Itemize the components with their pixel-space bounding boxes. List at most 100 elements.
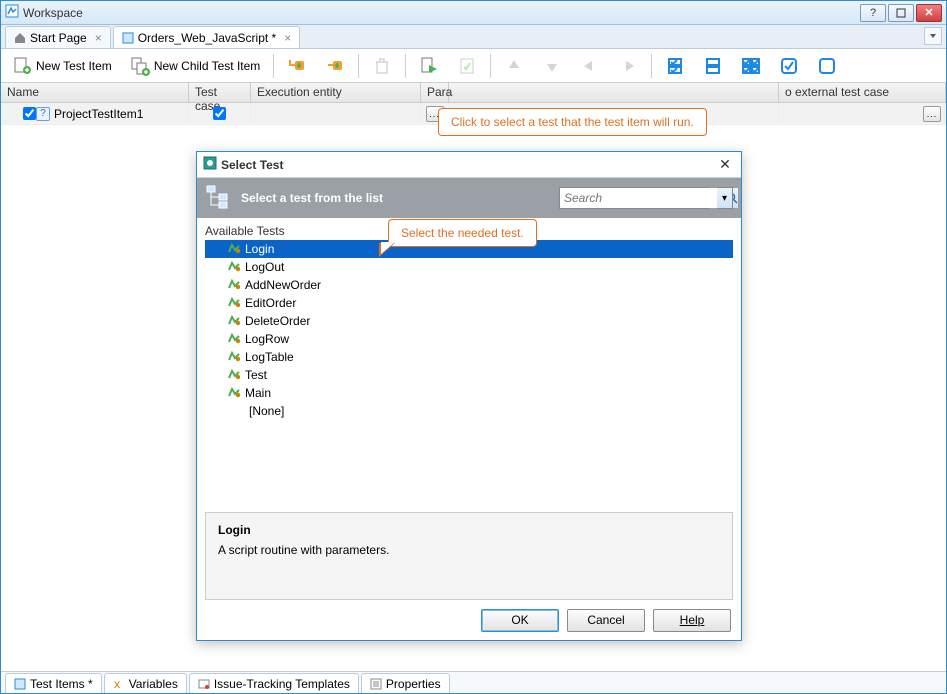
col-hidden — [449, 83, 779, 102]
dialog-close-button[interactable]: ✕ — [715, 156, 735, 174]
toolbar: New Test Item New Child Test Item — [1, 49, 946, 83]
tab-label: Test Items * — [30, 677, 93, 691]
workspace-window: Workspace ? ✕ Start Page × Orders_Web_Ja… — [0, 0, 947, 694]
close-icon[interactable]: × — [284, 31, 291, 45]
tree-node-label: Login — [245, 242, 274, 256]
check-grid-button[interactable] — [736, 53, 766, 79]
cancel-button[interactable]: Cancel — [567, 609, 645, 632]
tree-icon — [205, 184, 233, 213]
routine-icon — [227, 314, 241, 329]
tab-label: Orders_Web_JavaScript * — [138, 31, 277, 45]
routine-icon — [227, 260, 241, 275]
link-ellipsis-button[interactable]: ... — [923, 106, 941, 122]
tree-node-addneworder[interactable]: AddNewOrder — [205, 276, 733, 294]
tab-label: Start Page — [30, 31, 87, 45]
cell-link: ... — [779, 103, 946, 124]
separator — [490, 54, 491, 78]
tree-node-label: AddNewOrder — [245, 278, 321, 292]
check-single-button[interactable] — [774, 53, 804, 79]
move-right-button[interactable] — [613, 53, 643, 79]
callout-select-test-item: Click to select a test that the test ite… — [438, 108, 707, 136]
minimize-button[interactable] — [888, 4, 914, 22]
tree-node-label: Main — [245, 386, 271, 400]
close-icon[interactable]: × — [95, 31, 102, 45]
routine-icon — [227, 332, 241, 347]
tree-node-logrow[interactable]: LogRow — [205, 330, 733, 348]
home-icon — [14, 32, 26, 44]
move-left-button[interactable] — [575, 53, 605, 79]
help-button[interactable]: ? — [860, 4, 886, 22]
bottom-tabstrip: Test Items * x Variables Issue-Tracking … — [1, 671, 946, 693]
tab-issue-tracking[interactable]: Issue-Tracking Templates — [189, 673, 359, 693]
tree-node-label: Test — [245, 368, 267, 382]
move-down-button[interactable] — [537, 53, 567, 79]
row-name: ProjectTestItem1 — [54, 107, 143, 121]
testcase-checkbox[interactable] — [213, 107, 226, 120]
check-all-col-button[interactable] — [660, 53, 690, 79]
tab-variables[interactable]: x Variables — [104, 673, 187, 693]
tree-node-label: [None] — [249, 404, 284, 418]
variables-icon: x — [113, 678, 125, 690]
tree-node-label: LogOut — [245, 260, 284, 274]
description-title: Login — [218, 523, 720, 537]
tree-node-editorder[interactable]: EditOrder — [205, 294, 733, 312]
tree-node-label: EditOrder — [245, 296, 296, 310]
new-test-item-button[interactable]: New Test Item — [7, 53, 117, 79]
new-child-test-item-button[interactable]: New Child Test Item — [125, 53, 265, 79]
tree-node-main[interactable]: Main — [205, 384, 733, 402]
run-button[interactable] — [414, 53, 444, 79]
properties-icon — [370, 678, 382, 690]
row-enabled-checkbox[interactable] — [23, 107, 36, 120]
add-item-button[interactable] — [320, 53, 350, 79]
search-input[interactable] — [560, 188, 725, 208]
tree-node-logtable[interactable]: LogTable — [205, 348, 733, 366]
col-exec[interactable]: Execution entity — [251, 83, 421, 102]
issue-icon — [198, 678, 210, 690]
tab-orders-web[interactable]: Orders_Web_JavaScript * × — [113, 26, 301, 48]
dialog-body: Available Tests LoginLogOutAddNewOrderEd… — [197, 218, 741, 506]
dialog-title: Select Test — [217, 158, 715, 172]
uncheck-single-button[interactable] — [812, 53, 842, 79]
separator — [651, 54, 652, 78]
tree-node-deleteorder[interactable]: DeleteOrder — [205, 312, 733, 330]
col-name[interactable]: Name — [1, 83, 189, 102]
window-title: Workspace — [19, 6, 860, 20]
tab-test-items[interactable]: Test Items * — [5, 673, 102, 693]
script-icon — [122, 32, 134, 44]
help-button[interactable]: Help — [653, 609, 731, 632]
tab-label: Properties — [386, 677, 441, 691]
separator — [405, 54, 406, 78]
routine-icon — [227, 296, 241, 311]
cell-testcase — [189, 103, 251, 124]
uncheck-all-col-button[interactable] — [698, 53, 728, 79]
document-tabstrip: Start Page × Orders_Web_JavaScript * × — [1, 25, 946, 49]
button-label: New Child Test Item — [154, 59, 260, 73]
description-panel: Login A script routine with parameters. — [205, 512, 733, 600]
tree-node-test[interactable]: Test — [205, 366, 733, 384]
search-options-dropdown[interactable]: ▾ — [717, 187, 733, 209]
tree-node-none[interactable]: [None] — [205, 402, 733, 420]
move-up-button[interactable] — [499, 53, 529, 79]
dialog-titlebar: Select Test ✕ — [197, 152, 741, 178]
routine-icon — [227, 350, 241, 365]
tab-start-page[interactable]: Start Page × — [5, 26, 111, 48]
cell-exec[interactable] — [251, 103, 421, 124]
close-button[interactable]: ✕ — [916, 4, 942, 22]
delete-button[interactable] — [367, 53, 397, 79]
col-params[interactable]: Para — [421, 83, 449, 102]
tab-label: Issue-Tracking Templates — [214, 677, 350, 691]
tests-tree: Login LogOut AddNewOrder EditOrder DeleteOrd… — [205, 240, 733, 420]
col-testcase[interactable]: Test case — [189, 83, 251, 102]
tree-node-label: LogRow — [245, 332, 289, 346]
tree-node-logout[interactable]: LogOut — [205, 258, 733, 276]
titlebar: Workspace ? ✕ — [1, 1, 946, 25]
tabs-dropdown-button[interactable] — [924, 27, 942, 45]
question-icon: ? — [36, 107, 50, 121]
add-subitem-button[interactable] — [282, 53, 312, 79]
grid-header: Name Test case Execution entity Para o e… — [1, 83, 946, 103]
col-link-external[interactable]: o external test case — [779, 83, 946, 102]
run-selected-button[interactable] — [452, 53, 482, 79]
separator — [358, 54, 359, 78]
tab-properties[interactable]: Properties — [361, 673, 450, 693]
ok-button[interactable]: OK — [481, 609, 559, 632]
